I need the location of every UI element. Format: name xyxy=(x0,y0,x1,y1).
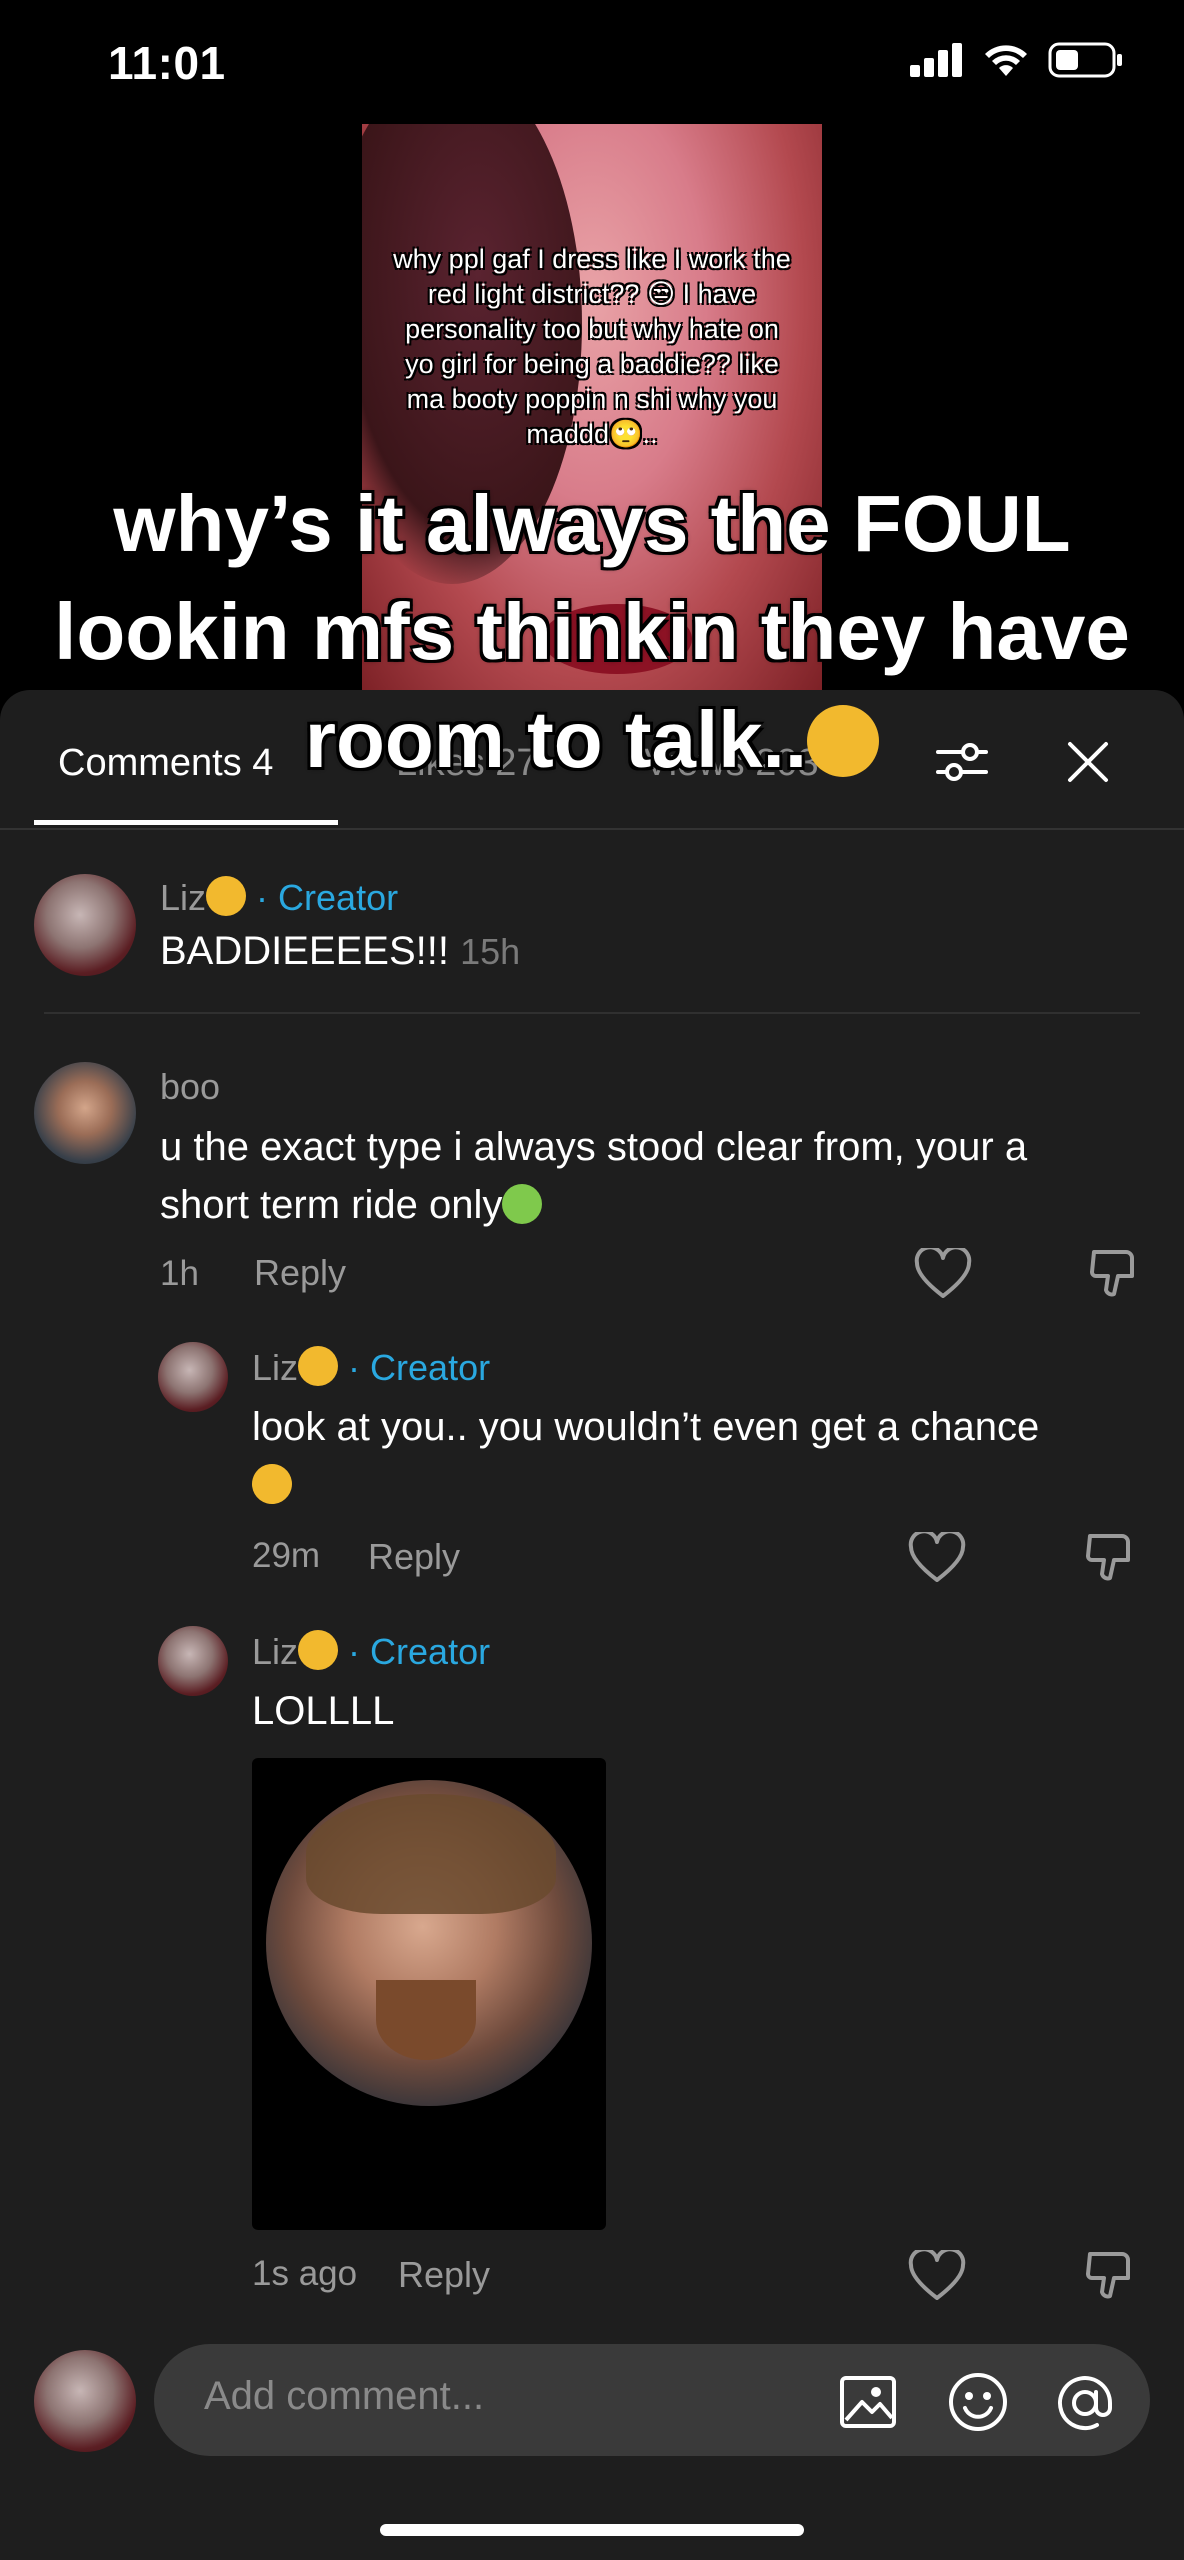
dislike-icon[interactable] xyxy=(1084,1530,1136,1586)
emoji-icon[interactable] xyxy=(946,2370,1010,2434)
photo-circle xyxy=(266,1780,592,2106)
heart-icon[interactable] xyxy=(908,1532,966,1584)
comment-line: short term ride only xyxy=(160,1176,1160,1234)
avatar-liz[interactable] xyxy=(158,1342,228,1412)
status-icons xyxy=(910,42,1124,78)
my-avatar[interactable] xyxy=(34,2350,136,2452)
status-time: 11:01 xyxy=(108,37,226,89)
creator-badge: · Creator xyxy=(256,877,399,918)
status-bar: 11:01 xyxy=(0,0,1184,130)
dislike-icon[interactable] xyxy=(1088,1246,1140,1302)
creator-badge: · Creator xyxy=(348,1347,491,1388)
comment-username[interactable]: boo xyxy=(160,1066,220,1108)
reply-line xyxy=(244,1456,1152,1514)
reply-username[interactable]: Liz · Creator xyxy=(252,1630,490,1673)
comment-body: BADDIEEEES!!! xyxy=(160,929,449,973)
overlay-line: lookin mfs thinkin they have xyxy=(54,587,1130,676)
username-text: Liz xyxy=(252,1347,299,1388)
rofl-emoji xyxy=(244,1456,300,1512)
battery-icon xyxy=(1048,42,1122,78)
comment-input-placeholder: Add comment... xyxy=(204,2374,485,2418)
mention-icon[interactable] xyxy=(1052,2370,1118,2436)
image-icon[interactable] xyxy=(838,2372,898,2432)
home-indicator[interactable] xyxy=(380,2524,804,2536)
woozy-face-emoji xyxy=(206,876,247,916)
reply-button[interactable]: Reply xyxy=(368,1536,460,1578)
reply-username[interactable]: Liz · Creator xyxy=(252,1346,490,1389)
video-overlay-text: why’s it always the FOUL lookin mfs thin… xyxy=(0,470,1184,794)
reply-line: look at you.. you wouldn’t even get a ch… xyxy=(252,1405,1040,1449)
overlay-line: why’s it always the FOUL xyxy=(113,479,1071,568)
reply-time: 1s ago xyxy=(252,2254,358,2293)
overlay-line-text: room to talk.. xyxy=(304,695,808,784)
photo-beard xyxy=(376,1980,476,2060)
username-text: Liz xyxy=(252,1631,299,1672)
reply-button[interactable]: Reply xyxy=(254,1252,346,1294)
reply-image[interactable] xyxy=(252,1758,606,2230)
comments-sheet: Comments 4 Likes 27 Views 203 Liz · Crea… xyxy=(0,690,1184,2560)
creator-badge: · Creator xyxy=(348,1631,491,1672)
wifi-icon xyxy=(985,45,1027,76)
reply-text: look at you.. you wouldn’t even get a ch… xyxy=(244,1398,1152,1514)
reply-body: LOLLLL xyxy=(252,1689,395,1733)
comment-time: 15h xyxy=(460,931,521,972)
heart-icon[interactable] xyxy=(908,2250,966,2302)
overlay-line: room to talk.. xyxy=(0,686,1184,794)
reply-time: 29m xyxy=(252,1536,321,1575)
avatar-liz[interactable] xyxy=(34,874,136,976)
active-tab-underline xyxy=(34,820,338,825)
cellular-signal-icon xyxy=(910,43,962,77)
comment-line-text: short term ride only xyxy=(160,1183,503,1227)
video-caption: why ppl gaf I dress like I work the red … xyxy=(393,244,791,449)
pinned-divider xyxy=(44,1012,1140,1014)
woozy-face-emoji xyxy=(298,1630,339,1670)
comment-line: u the exact type i always stood clear fr… xyxy=(160,1125,1028,1169)
comment-time: 1h xyxy=(160,1254,199,1293)
comment-text: BADDIEEEES!!! 15h xyxy=(160,922,520,981)
woozy-face-emoji xyxy=(298,1346,339,1386)
comment-username[interactable]: Liz · Creator xyxy=(160,876,398,919)
username-text: Liz xyxy=(160,877,207,918)
comment-text: u the exact type i always stood clear fr… xyxy=(160,1118,1160,1234)
heart-icon[interactable] xyxy=(914,1248,972,1300)
nauseated-face-emoji xyxy=(502,1184,543,1224)
dislike-icon[interactable] xyxy=(1084,2248,1136,2304)
reply-button[interactable]: Reply xyxy=(398,2254,490,2296)
loudly-crying-emoji xyxy=(807,705,880,777)
avatar-liz[interactable] xyxy=(158,1626,228,1696)
photo-hair xyxy=(306,1794,556,1914)
avatar-boo[interactable] xyxy=(34,1062,136,1164)
